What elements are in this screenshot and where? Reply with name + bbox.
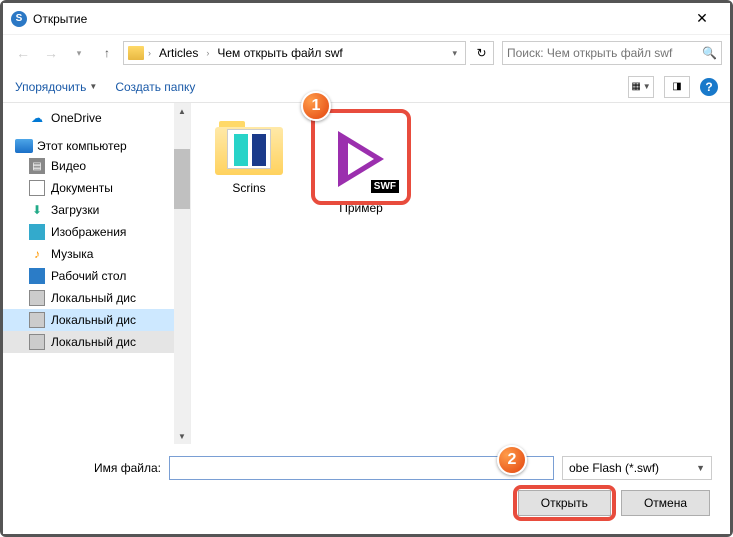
folder-item[interactable]: Scrins xyxy=(211,115,287,199)
disk-icon xyxy=(29,290,45,306)
window-title: Открытие xyxy=(33,12,682,26)
sidebar-item-label: OneDrive xyxy=(51,111,102,125)
sidebar-item-label: Рабочий стол xyxy=(51,269,126,283)
new-folder-button[interactable]: Создать папку xyxy=(115,80,195,94)
cancel-button[interactable]: Отмена xyxy=(621,490,710,516)
sidebar-scrollbar[interactable]: ▲ ▼ xyxy=(174,103,190,444)
swf-badge: SWF xyxy=(371,180,399,193)
scroll-down-button[interactable]: ▼ xyxy=(174,428,190,444)
organize-label: Упорядочить xyxy=(15,80,86,94)
chevron-down-icon: ▼ xyxy=(696,463,705,473)
annotation-callout-2: 2 xyxy=(497,445,527,475)
search-icon[interactable]: 🔍 xyxy=(702,46,717,60)
nav-forward-button[interactable]: → xyxy=(39,41,63,65)
sidebar-this-pc[interactable]: Этот компьютер xyxy=(3,137,190,155)
sidebar-item-label: Изображения xyxy=(51,225,126,239)
content-area: ☁ OneDrive Этот компьютер ▤ Видео Докумен… xyxy=(3,103,730,444)
sidebar-item-label: Музыка xyxy=(51,247,93,261)
image-icon xyxy=(29,224,45,240)
sidebar-item-pictures[interactable]: Изображения xyxy=(3,221,190,243)
sidebar-item-disk[interactable]: Локальный дис xyxy=(3,287,190,309)
open-file-dialog: S Открытие ✕ ← → ▾ ↑ › Articles › Чем от… xyxy=(3,3,730,534)
sidebar-item-label: Документы xyxy=(51,181,113,195)
scroll-up-button[interactable]: ▲ xyxy=(174,103,190,119)
address-dropdown[interactable]: ▾ xyxy=(448,48,461,59)
sidebar-item-label: Локальный дис xyxy=(51,335,136,349)
search-box[interactable]: 🔍 xyxy=(502,41,722,65)
preview-pane-button[interactable]: ◨ xyxy=(664,76,690,98)
dialog-footer: Имя файла: obe Flash (*.swf) ▼ Открыть О… xyxy=(3,444,730,534)
nav-back-button[interactable]: ← xyxy=(11,41,35,65)
open-button[interactable]: Открыть xyxy=(518,490,611,516)
document-icon xyxy=(29,180,45,196)
sidebar-item-label: Видео xyxy=(51,159,86,173)
chevron-right-icon: › xyxy=(148,48,151,58)
filename-label: Имя файла: xyxy=(21,461,161,475)
filename-row: Имя файла: obe Flash (*.swf) ▼ xyxy=(21,456,712,480)
nav-up-button[interactable]: ↑ xyxy=(95,41,119,65)
sidebar-item-videos[interactable]: ▤ Видео xyxy=(3,155,190,177)
filetype-dropdown[interactable]: obe Flash (*.swf) ▼ xyxy=(562,456,712,480)
search-input[interactable] xyxy=(507,46,702,60)
scroll-thumb[interactable] xyxy=(174,149,190,209)
sidebar-item-music[interactable]: ♪ Музыка xyxy=(3,243,190,265)
folder-icon xyxy=(128,46,144,60)
file-list[interactable]: Scrins SWF Пример xyxy=(191,103,730,444)
sidebar-item-disk[interactable]: Локальный дис xyxy=(3,309,190,331)
filetype-label: obe Flash (*.swf) xyxy=(569,461,659,475)
file-label: Scrins xyxy=(232,181,265,195)
sidebar-item-documents[interactable]: Документы xyxy=(3,177,190,199)
onedrive-icon: ☁ xyxy=(29,110,45,126)
app-icon: S xyxy=(11,11,27,27)
toolbar-right: ▦ ▼ ◨ ? xyxy=(628,76,718,98)
help-button[interactable]: ? xyxy=(700,78,718,96)
navigation-sidebar: ☁ OneDrive Этот компьютер ▤ Видео Докумен… xyxy=(3,103,191,444)
music-icon: ♪ xyxy=(29,246,45,262)
sidebar-item-downloads[interactable]: ⬇ Загрузки xyxy=(3,199,190,221)
annotation-callout-1: 1 xyxy=(301,91,331,121)
view-options-button[interactable]: ▦ ▼ xyxy=(628,76,654,98)
refresh-button[interactable]: ↻ xyxy=(470,41,494,65)
sidebar-item-label: Локальный дис xyxy=(51,291,136,305)
titlebar: S Открытие ✕ xyxy=(3,3,730,35)
desktop-icon xyxy=(29,268,45,284)
sidebar-item-label: Этот компьютер xyxy=(37,139,127,153)
sidebar-item-disk[interactable]: Локальный дис xyxy=(3,331,190,353)
sidebar-item-desktop[interactable]: Рабочий стол xyxy=(3,265,190,287)
address-bar[interactable]: › Articles › Чем открыть файл swf ▾ xyxy=(123,41,466,65)
nav-recent-dropdown[interactable]: ▾ xyxy=(67,41,91,65)
disk-icon xyxy=(29,312,45,328)
chevron-down-icon: ▼ xyxy=(89,82,97,91)
folder-icon xyxy=(215,119,283,175)
breadcrumb-item[interactable]: Чем открыть файл swf xyxy=(213,44,346,62)
swf-file-item[interactable]: SWF Пример xyxy=(321,119,401,219)
navigation-bar: ← → ▾ ↑ › Articles › Чем открыть файл sw… xyxy=(3,35,730,71)
organize-menu[interactable]: Упорядочить ▼ xyxy=(15,80,97,94)
download-icon: ⬇ xyxy=(29,202,45,218)
disk-icon xyxy=(29,334,45,350)
chevron-right-icon: › xyxy=(206,48,209,58)
sidebar-item-label: Локальный дис xyxy=(51,313,136,327)
toolbar: Упорядочить ▼ Создать папку ▦ ▼ ◨ ? xyxy=(3,71,730,103)
video-icon: ▤ xyxy=(29,158,45,174)
file-label: Пример xyxy=(339,201,383,215)
open-button-highlighted: Открыть xyxy=(518,490,611,516)
close-button[interactable]: ✕ xyxy=(682,5,722,33)
sidebar-onedrive[interactable]: ☁ OneDrive xyxy=(3,107,190,129)
button-row: Открыть Отмена xyxy=(21,490,712,516)
breadcrumb-item[interactable]: Articles xyxy=(155,44,202,62)
swf-play-icon: SWF xyxy=(325,123,397,195)
swf-file-highlighted: SWF Пример xyxy=(317,115,405,223)
sidebar-item-label: Загрузки xyxy=(51,203,99,217)
pc-icon xyxy=(15,139,33,153)
